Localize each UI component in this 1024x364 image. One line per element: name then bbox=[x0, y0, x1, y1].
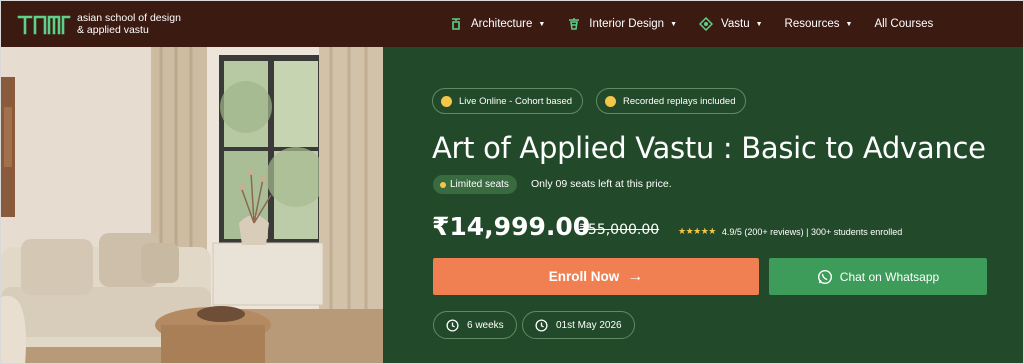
enroll-now-label: Enroll Now bbox=[548, 269, 620, 284]
chevron-down-icon: ▼ bbox=[755, 20, 763, 28]
start-date-text: 01st May 2026 bbox=[556, 319, 622, 331]
yellow-dot-icon bbox=[605, 95, 616, 107]
badge-live-online: Live Online - Cohort based bbox=[432, 88, 584, 114]
current-price: ₹14,999.00 bbox=[432, 212, 591, 241]
top-navbar: asian school of design & applied vastu A… bbox=[1, 1, 1023, 47]
brand-mark-icon bbox=[17, 15, 71, 35]
chat-whatsapp-button[interactable]: Chat on Whatsapp bbox=[769, 258, 987, 295]
chat-whatsapp-label: Chat on Whatsapp bbox=[839, 269, 940, 284]
rating-text: 4.9/5 (200+ reviews) | 300+ students enr… bbox=[721, 226, 903, 237]
brand-name: asian school of design & applied vastu bbox=[77, 12, 181, 36]
nav-item-vastu[interactable]: Vastu ▼ bbox=[699, 17, 763, 31]
nav-label-architecture: Architecture bbox=[471, 18, 533, 30]
nav-item-architecture[interactable]: Architecture ▼ bbox=[449, 17, 545, 31]
badge-recorded-replays-label: Recorded replays included bbox=[623, 95, 736, 107]
page: asian school of design & applied vastu A… bbox=[0, 0, 1024, 364]
nav-item-interior-design[interactable]: Interior Design ▼ bbox=[567, 17, 677, 31]
limited-seats-badge: Limited seats bbox=[433, 175, 517, 194]
architecture-icon bbox=[452, 18, 460, 30]
chevron-down-icon: ▼ bbox=[670, 20, 678, 28]
brand-logo[interactable]: asian school of design & applied vastu bbox=[17, 12, 181, 36]
yellow-dot-icon bbox=[440, 181, 446, 188]
badge-live-online-label: Live Online - Cohort based bbox=[459, 95, 573, 107]
duration-text: 6 weeks bbox=[467, 319, 504, 331]
start-date-pill: 01st May 2026 bbox=[522, 311, 635, 339]
nav-label-vastu: Vastu bbox=[721, 18, 750, 30]
chevron-down-icon: ▼ bbox=[845, 20, 853, 28]
whatsapp-icon bbox=[817, 269, 832, 284]
yellow-dot-icon bbox=[441, 95, 452, 107]
nav-item-resources[interactable]: Resources ▼ bbox=[785, 18, 853, 30]
enroll-now-button[interactable]: Enroll Now → bbox=[433, 258, 759, 295]
chevron-down-icon: ▼ bbox=[538, 20, 546, 28]
nav-label-resources: Resources bbox=[784, 18, 840, 30]
brand-line-1: asian school of design bbox=[77, 12, 181, 24]
nav-item-all-courses[interactable]: All Courses bbox=[874, 18, 933, 30]
clock-icon bbox=[446, 318, 459, 332]
nav-label-all-courses: All Courses bbox=[874, 18, 934, 30]
main-menu: Architecture ▼ Interior Design ▼ Vastu ▼ bbox=[449, 1, 955, 47]
clock-icon bbox=[535, 318, 548, 332]
original-price: ₹55,000.00 bbox=[579, 222, 660, 238]
vastu-icon bbox=[699, 17, 714, 31]
brand-line-2: & applied vastu bbox=[77, 24, 149, 36]
living-room-illustration bbox=[1, 47, 383, 363]
rating-summary: ★★★★★ 4.9/5 (200+ reviews) | 300+ studen… bbox=[678, 226, 902, 237]
course-title: Art of Applied Vastu : Basic to Advance bbox=[432, 131, 986, 165]
hero-image-living-room bbox=[1, 47, 383, 363]
badge-recorded-replays: Recorded replays included bbox=[596, 88, 747, 114]
arrow-right-icon: → bbox=[627, 267, 644, 285]
interior-design-icon bbox=[569, 18, 580, 30]
seats-left-text: Only 09 seats left at this price. bbox=[531, 178, 672, 190]
star-rating-icon: ★★★★★ bbox=[678, 226, 716, 236]
duration-pill: 6 weeks bbox=[433, 311, 517, 339]
limited-seats-label: Limited seats bbox=[450, 179, 509, 190]
nav-label-interior-design: Interior Design bbox=[589, 18, 665, 30]
